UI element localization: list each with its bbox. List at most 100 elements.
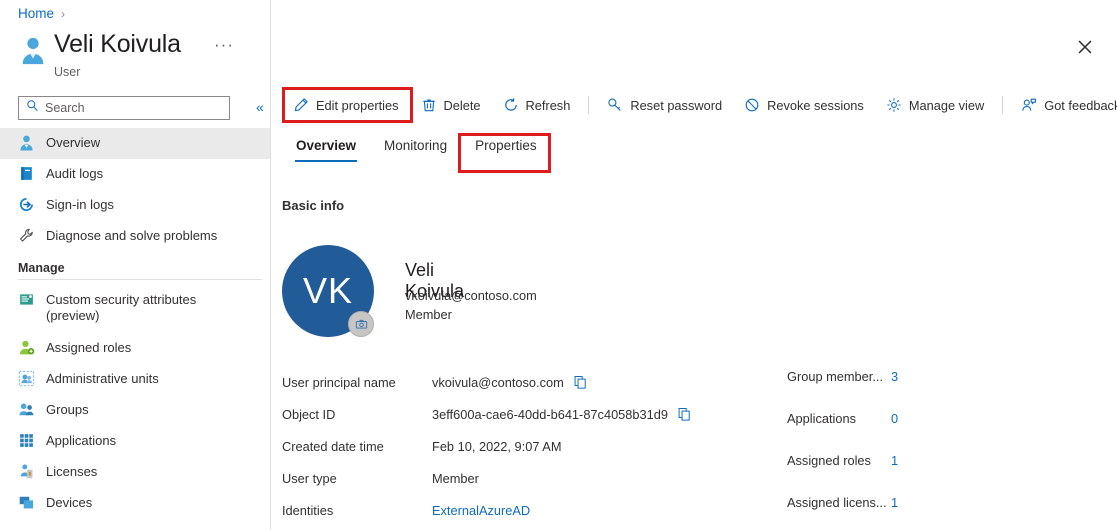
sidebar-item-devices[interactable]: Devices xyxy=(0,488,270,519)
sidebar-item-label: Licenses xyxy=(46,464,98,479)
property-value: vkoivula@contoso.com xyxy=(432,375,588,390)
property-key: User principal name xyxy=(282,374,396,390)
property-key: Object ID xyxy=(282,406,336,422)
book-icon xyxy=(18,165,35,182)
stat-value[interactable]: 1 xyxy=(891,453,898,468)
property-row-created-date-time: Created date time Feb 10, 2022, 9:07 AM xyxy=(282,430,742,462)
revoke-sessions-button[interactable]: Revoke sessions xyxy=(733,92,875,118)
left-navigation-panel: Home › Veli Koivula ··· User Search « Ov… xyxy=(0,0,271,530)
stat-key: Assigned roles xyxy=(787,452,871,468)
sidebar-section-manage: Manage xyxy=(18,261,65,275)
property-value: 3eff600a-cae6-40dd-b641-87c4058b31d9 xyxy=(432,407,692,422)
toolbar-divider-2 xyxy=(1002,96,1004,114)
sidebar-item-overview[interactable]: Overview xyxy=(0,128,270,159)
page-subtitle: User xyxy=(54,65,81,79)
property-row-identities: Identities ExternalAzureAD xyxy=(282,494,742,526)
property-row-object-id: Object ID 3eff600a-cae6-40dd-b641-87c405… xyxy=(282,398,742,430)
sidebar-item-administrative-units[interactable]: Administrative units xyxy=(0,364,270,395)
assigned-roles-icon xyxy=(18,339,35,356)
block-icon xyxy=(744,97,760,113)
manage-view-button[interactable]: Manage view xyxy=(875,92,995,118)
camera-icon[interactable] xyxy=(348,311,374,337)
sidebar-item-label: Administrative units xyxy=(46,371,159,386)
stat-key: Assigned licens... xyxy=(787,494,887,510)
breadcrumb: Home › xyxy=(18,6,65,21)
licenses-icon xyxy=(18,463,35,480)
property-value-text: vkoivula@contoso.com xyxy=(432,374,564,390)
sidebar-item-label: Applications xyxy=(46,433,117,448)
stat-value[interactable]: 3 xyxy=(891,369,898,384)
stat-value[interactable]: 1 xyxy=(891,495,898,510)
sidebar-item-label: Custom security attributes (preview) xyxy=(46,292,197,323)
stats-list: Group member... 3 Applications 0 Assigne… xyxy=(787,355,977,523)
property-list: User principal name vkoivula@contoso.com… xyxy=(282,366,742,526)
property-value-text: Feb 10, 2022, 9:07 AM xyxy=(432,438,562,454)
groups-icon xyxy=(18,401,35,418)
sign-in-icon xyxy=(18,196,35,213)
breadcrumb-home-link[interactable]: Home xyxy=(18,6,54,21)
sidebar-item-label: Groups xyxy=(46,402,89,417)
identity-email: vkoivula@contoso.com xyxy=(405,288,537,303)
stat-key: Group member... xyxy=(787,368,884,384)
sidebar-divider xyxy=(18,279,262,280)
delete-label: Delete xyxy=(443,97,481,113)
command-toolbar: Edit properties Delete Refresh Reset pas… xyxy=(282,92,1117,118)
search-placeholder: Search xyxy=(45,101,85,115)
tab-bar: Overview Monitoring Properties xyxy=(282,138,551,162)
copy-icon[interactable] xyxy=(677,407,692,422)
got-feedback-button[interactable]: Got feedback? xyxy=(1010,92,1117,118)
reset-password-button[interactable]: Reset password xyxy=(596,92,733,118)
page-title: Veli Koivula xyxy=(54,30,181,58)
devices-icon xyxy=(18,494,35,511)
avatar-initials: VK xyxy=(302,270,354,311)
property-value: Member xyxy=(432,471,479,486)
sidebar-item-applications[interactable]: Applications xyxy=(0,426,270,457)
azure-user-overview-page: Home › Veli Koivula ··· User Search « Ov… xyxy=(0,0,1117,530)
refresh-label: Refresh xyxy=(525,97,571,113)
gear-icon xyxy=(886,97,902,113)
property-row-user-principal-name: User principal name vkoivula@contoso.com xyxy=(282,366,742,398)
tab-monitoring[interactable]: Monitoring xyxy=(370,138,461,162)
stat-value[interactable]: 0 xyxy=(891,411,898,426)
more-options-button[interactable]: ··· xyxy=(214,36,234,53)
sidebar-item-diagnose-and-solve-problems[interactable]: Diagnose and solve problems xyxy=(0,221,270,252)
sidebar-item-custom-security-attributes[interactable]: Custom security attributes (preview) xyxy=(0,285,270,333)
toolbar-divider xyxy=(588,96,590,114)
got-feedback-label: Got feedback? xyxy=(1044,97,1117,113)
copy-icon[interactable] xyxy=(573,375,588,390)
refresh-icon xyxy=(503,97,519,113)
sidebar-item-groups[interactable]: Groups xyxy=(0,395,270,426)
property-key: Created date time xyxy=(282,438,384,454)
edit-properties-button[interactable]: Edit properties xyxy=(282,92,410,118)
manage-view-label: Manage view xyxy=(908,97,985,113)
property-value: Feb 10, 2022, 9:07 AM xyxy=(432,439,561,454)
sidebar-item-licenses[interactable]: Licenses xyxy=(0,457,270,488)
property-value-link[interactable]: ExternalAzureAD xyxy=(432,503,530,518)
user-icon xyxy=(18,34,48,66)
property-value-text: 3eff600a-cae6-40dd-b641-87c4058b31d9 xyxy=(432,406,668,422)
stat-row-assigned-roles: Assigned roles 1 xyxy=(787,439,977,481)
stat-row-applications: Applications 0 xyxy=(787,397,977,439)
pencil-icon xyxy=(293,97,309,113)
property-key: Identities xyxy=(282,502,334,518)
delete-button[interactable]: Delete xyxy=(410,92,492,118)
edit-properties-label: Edit properties xyxy=(316,97,399,113)
sidebar-item-label: Audit logs xyxy=(46,166,104,181)
panel-header: Veli Koivula ··· User xyxy=(18,30,263,82)
sidebar-item-label: Devices xyxy=(46,495,93,510)
identity-type: Member xyxy=(405,307,452,322)
reset-password-label: Reset password xyxy=(630,97,723,113)
search-input[interactable]: Search xyxy=(18,96,230,120)
close-icon[interactable] xyxy=(1074,36,1096,58)
stat-row-group-memberships: Group member... 3 xyxy=(787,355,977,397)
refresh-button[interactable]: Refresh xyxy=(492,92,582,118)
tab-properties[interactable]: Properties xyxy=(461,138,551,162)
tab-overview[interactable]: Overview xyxy=(282,138,370,162)
sidebar-item-assigned-roles[interactable]: Assigned roles xyxy=(0,333,270,364)
sidebar-item-audit-logs[interactable]: Audit logs xyxy=(0,159,270,190)
sidebar-item-label: Sign-in logs xyxy=(46,197,114,212)
property-key: User type xyxy=(282,470,337,486)
collapse-panel-button[interactable]: « xyxy=(256,98,264,116)
basic-info-heading: Basic info xyxy=(282,198,345,213)
sidebar-item-sign-in-logs[interactable]: Sign-in logs xyxy=(0,190,270,221)
